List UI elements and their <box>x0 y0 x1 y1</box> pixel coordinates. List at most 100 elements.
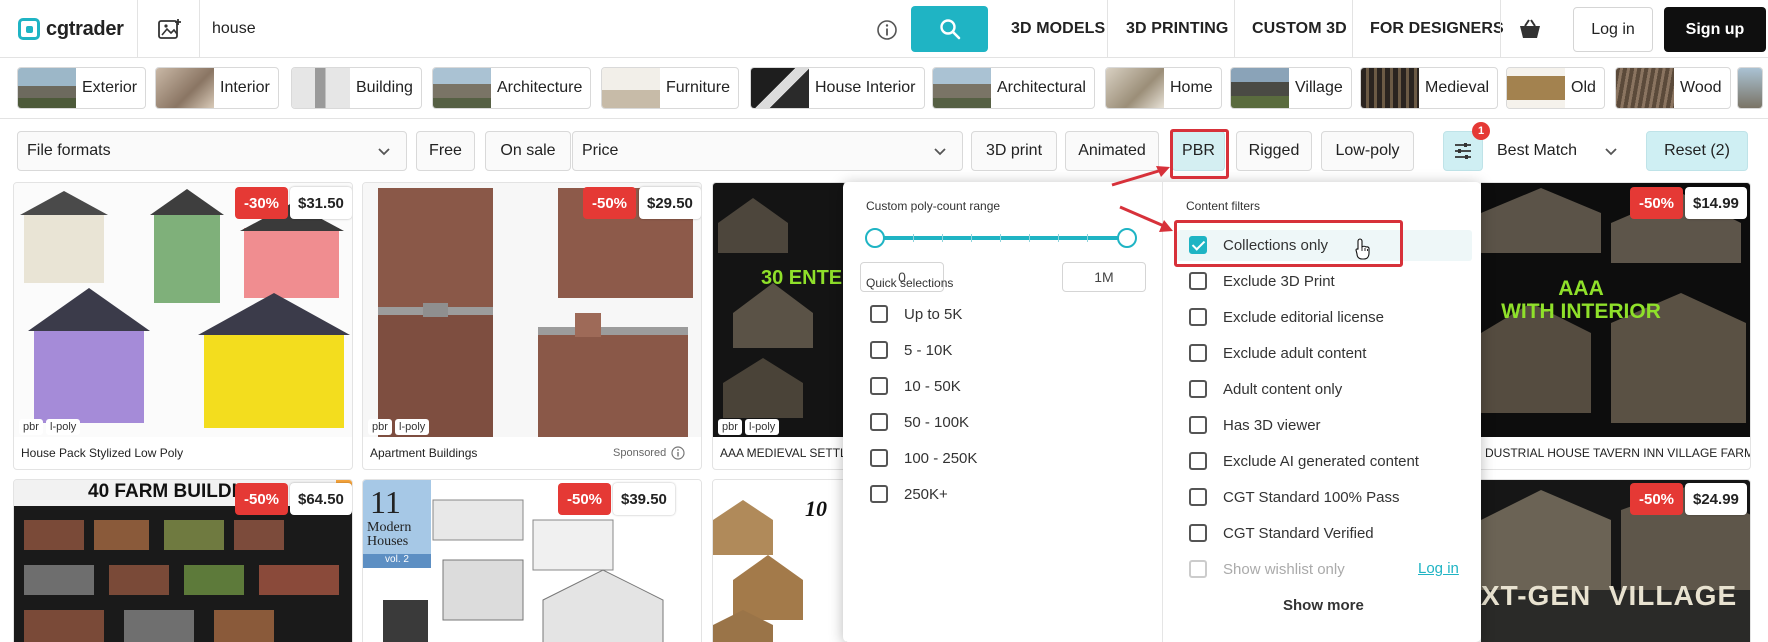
polycount-max-input[interactable]: 1M <box>1062 262 1146 292</box>
checkbox[interactable] <box>870 341 888 359</box>
nav-3d-models[interactable]: 3D MODELS <box>1011 0 1105 58</box>
sort-dropdown[interactable]: Best Match <box>1497 131 1647 171</box>
content-filter-option[interactable]: Has 3D viewer <box>1189 416 1321 434</box>
checkbox[interactable] <box>1189 380 1207 398</box>
category-chip[interactable]: Furniture <box>601 67 740 109</box>
category-chip[interactable]: Architecture <box>432 67 592 109</box>
advanced-filters-button[interactable]: 1 <box>1443 122 1490 171</box>
category-chip[interactable]: Wood <box>1615 67 1731 109</box>
pbr-filter-button[interactable]: PBR <box>1172 131 1225 171</box>
checkbox[interactable] <box>1189 272 1207 290</box>
product-title[interactable]: AAA MEDIEVAL SETTLEM <box>720 446 846 460</box>
book-cover: 11 Modern Houses vol. 2 <box>363 480 431 568</box>
sort-label: Best Match <box>1497 142 1578 159</box>
content-filter-option[interactable]: CGT Standard 100% Pass <box>1189 488 1399 506</box>
content-filter-option[interactable]: CGT Standard Verified <box>1189 524 1374 542</box>
search-button[interactable] <box>911 6 988 52</box>
quick-option[interactable]: 100 - 250K <box>870 449 977 467</box>
info-icon[interactable] <box>671 446 685 460</box>
quick-option[interactable]: 5 - 10K <box>870 341 952 359</box>
slider-tick <box>942 234 943 242</box>
free-filter-button[interactable]: Free <box>416 131 475 171</box>
checkbox[interactable] <box>1189 308 1207 326</box>
cgtrader-logo[interactable]: cgtrader <box>18 16 124 42</box>
product-card[interactable]: -30% $31.50 pbr l-poly House Pack Styliz… <box>13 182 353 470</box>
rigged-filter-button[interactable]: Rigged <box>1236 131 1312 171</box>
animated-filter-button[interactable]: Animated <box>1065 131 1159 171</box>
product-card[interactable]: AAA WITH INTERIOR -50% $14.99 DUSTRIAL H… <box>1481 182 1751 470</box>
logo-text: cgtrader <box>46 17 124 40</box>
category-chip[interactable]: Architectural <box>932 67 1095 109</box>
signup-button[interactable]: Sign up <box>1664 7 1766 52</box>
category-thumbnail <box>1361 68 1419 108</box>
content-filter-option[interactable]: Adult content only <box>1189 380 1342 398</box>
wishlist-login-link[interactable]: Log in <box>1418 560 1459 577</box>
image-search-icon[interactable] <box>158 18 182 40</box>
quick-option[interactable]: Up to 5K <box>870 305 962 323</box>
category-chip[interactable]: Home <box>1105 67 1222 109</box>
checkbox[interactable] <box>1189 488 1207 506</box>
quick-option[interactable]: 250K+ <box>870 485 948 503</box>
category-thumbnail <box>1616 68 1674 108</box>
content-filter-label: CGT Standard 100% Pass <box>1223 488 1400 506</box>
checkbox[interactable] <box>870 305 888 323</box>
product-card[interactable]: 30 ENTE pbr l-poly AAA MEDIEVAL SETTLEM <box>712 182 847 470</box>
price-dropdown[interactable]: Price <box>572 131 963 171</box>
checkbox[interactable] <box>870 485 888 503</box>
nav-custom-3d[interactable]: CUSTOM 3D <box>1252 0 1347 58</box>
checkbox-checked[interactable] <box>1189 236 1207 254</box>
category-label: Wood <box>1680 79 1722 96</box>
category-chip[interactable]: Old <box>1506 67 1605 109</box>
content-filter-option[interactable]: Collections only <box>1189 236 1328 254</box>
content-filter-option[interactable]: Exclude 3D Print <box>1189 272 1335 290</box>
quick-option[interactable]: 10 - 50K <box>870 377 961 395</box>
file-formats-label: File formats <box>27 142 111 159</box>
file-formats-dropdown[interactable]: File formats <box>17 131 407 171</box>
polycount-max-handle[interactable] <box>1117 228 1137 248</box>
category-chip[interactable]: Interior <box>155 67 279 109</box>
checkbox[interactable] <box>1189 452 1207 470</box>
info-icon[interactable] <box>876 19 898 41</box>
content-filter-option[interactable]: Exclude adult content <box>1189 344 1366 362</box>
category-chip[interactable]: Village <box>1230 67 1352 109</box>
checkbox[interactable] <box>870 377 888 395</box>
product-card[interactable]: -50% $29.50 pbr l-poly Apartment Buildin… <box>362 182 702 470</box>
product-card[interactable]: 10 <box>712 479 847 642</box>
category-chip[interactable] <box>1737 67 1763 109</box>
login-button[interactable]: Log in <box>1573 7 1653 52</box>
content-filter-option[interactable]: Exclude editorial license <box>1189 308 1384 326</box>
nav-for-designers[interactable]: FOR DESIGNERS <box>1370 0 1504 58</box>
category-chip[interactable]: Building <box>291 67 422 109</box>
category-thumbnail <box>1106 68 1164 108</box>
checkbox[interactable] <box>870 413 888 431</box>
on-sale-filter-button[interactable]: On sale <box>485 131 571 171</box>
checkbox[interactable] <box>1189 416 1207 434</box>
product-title[interactable]: Apartment Buildings <box>370 446 477 460</box>
checkbox[interactable] <box>870 449 888 467</box>
checkbox[interactable] <box>1189 524 1207 542</box>
product-title[interactable]: House Pack Stylized Low Poly <box>21 446 183 460</box>
panel-divider <box>1162 182 1163 642</box>
chevron-down-icon <box>934 148 946 156</box>
category-chip[interactable]: Medieval <box>1360 67 1499 109</box>
quick-option[interactable]: 50 - 100K <box>870 413 969 431</box>
category-chip[interactable]: House Interior <box>750 67 925 109</box>
reset-filters-button[interactable]: Reset (2) <box>1646 131 1748 171</box>
product-card[interactable]: 11 Modern Houses vol. 2 -50% $39.50 <box>362 479 702 642</box>
content-filter-option[interactable]: Exclude AI generated content <box>1189 452 1419 470</box>
checkbox-disabled <box>1189 560 1207 578</box>
product-card[interactable]: XT-GEN VILLAGE -50% $24.99 <box>1481 479 1751 642</box>
polycount-min-handle[interactable] <box>865 228 885 248</box>
product-image <box>14 183 352 437</box>
product-title[interactable]: DUSTRIAL HOUSE TAVERN INN VILLAGE FARM H… <box>1485 446 1750 460</box>
3d-print-filter-button[interactable]: 3D print <box>971 131 1057 171</box>
cart-icon[interactable] <box>1518 18 1542 40</box>
checkbox[interactable] <box>1189 344 1207 362</box>
low-poly-filter-button[interactable]: Low-poly <box>1321 131 1414 171</box>
nav-3d-printing[interactable]: 3D PRINTING <box>1126 0 1228 58</box>
show-more-button[interactable]: Show more <box>1283 597 1364 614</box>
product-card[interactable]: 40 FARM BUILDINGS -50% $64.50 <box>13 479 353 642</box>
advanced-filters-panel: Custom poly-count range 0 1M Quick selec… <box>843 182 1481 642</box>
search-input[interactable] <box>212 14 852 44</box>
category-chip[interactable]: Exterior <box>17 67 147 109</box>
